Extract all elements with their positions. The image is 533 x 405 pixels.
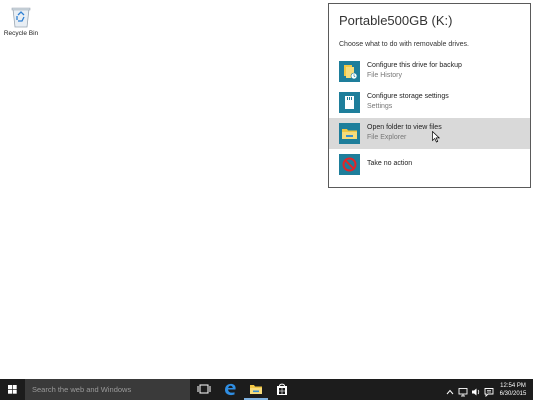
recycle-bin[interactable]: Recycle Bin [2,4,40,37]
autoplay-title: Portable500GB (K:) [339,13,453,28]
autoplay-dialog: Portable500GB (K:) Choose what to do wit… [328,3,531,188]
option-label: Take no action [367,160,413,167]
network-icon[interactable] [458,384,468,397]
option-open-folder[interactable]: Open folder to view files File Explorer [329,118,530,149]
option-storage-settings[interactable]: Configure storage settings Settings [329,87,530,118]
autoplay-subtitle: Choose what to do with removable drives. [339,41,469,48]
desktop: Recycle Bin Portable500GB (K:) Choose wh… [0,0,533,379]
recycle-bin-label: Recycle Bin [3,30,39,37]
store-button[interactable] [270,379,294,400]
taskbar: Search the web and Windows 12:54 PM 6/30… [0,379,533,400]
option-label: Open folder to view files [367,124,442,131]
option-label: Configure this drive for backup [367,62,462,69]
clock-date: 6/30/2015 [499,391,527,397]
option-take-no-action[interactable]: Take no action [329,149,530,180]
action-center-icon[interactable] [484,384,494,398]
file-explorer-button[interactable] [244,379,268,400]
option-sublabel: Settings [367,103,393,110]
taskbar-clock[interactable]: 12:54 PM 6/30/2015 [496,382,530,398]
option-label: Configure storage settings [367,93,449,100]
volume-icon[interactable] [471,384,481,396]
edge-icon [225,383,236,396]
recycle-bin-icon [10,4,32,28]
windows-logo-icon [8,385,17,394]
chevron-up-icon[interactable] [445,384,455,395]
edge-button[interactable] [218,379,242,400]
option-sublabel: File Explorer [367,134,407,141]
mouse-cursor-icon [432,130,441,143]
option-sublabel: File History [367,72,403,79]
file-explorer-icon [339,123,360,144]
no-action-icon [339,154,360,175]
file-history-icon [339,61,360,82]
clock-time: 12:54 PM [500,383,526,389]
task-view-icon [197,384,211,394]
option-configure-backup[interactable]: Configure this drive for backup File His… [329,56,530,87]
task-view-button[interactable] [192,379,216,400]
start-button[interactable] [0,379,25,400]
file-explorer-icon [250,385,262,394]
storage-settings-icon [339,92,360,113]
search-box[interactable]: Search the web and Windows [25,379,190,400]
search-placeholder: Search the web and Windows [32,385,132,394]
store-icon [277,383,287,395]
